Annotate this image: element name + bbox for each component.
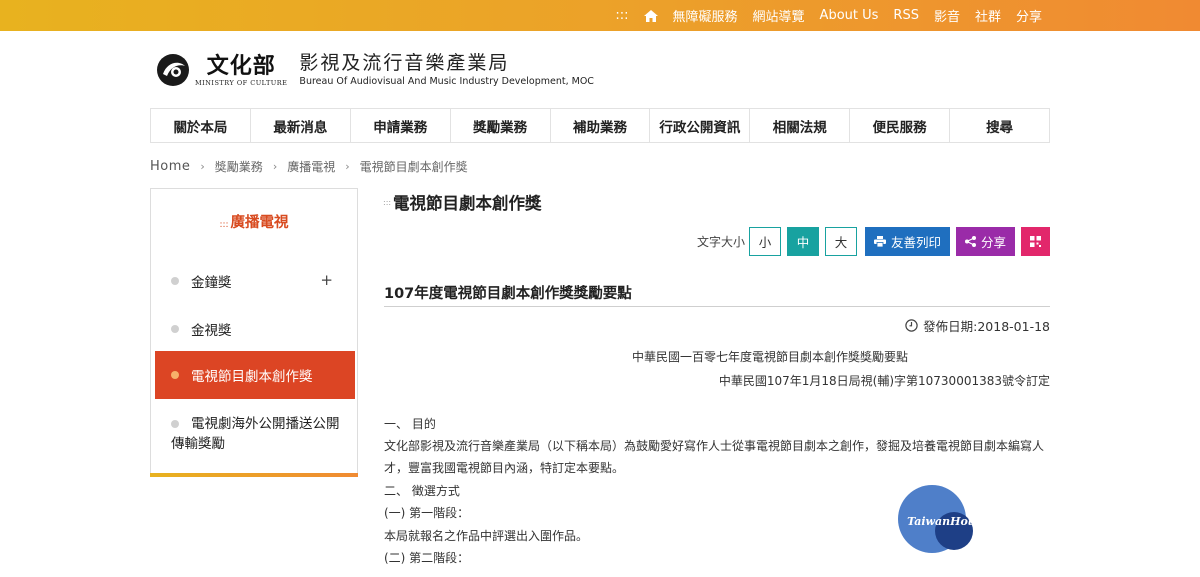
paragraph-line: 文化部影視及流行音樂產業局（以下稱本局）為鼓勵愛好寫作人士從事電視節目劇本之創作… <box>384 439 1045 453</box>
nav-public-info[interactable]: 行政公開資訊 <box>650 109 751 142</box>
bureau-name-en: Bureau Of Audiovisual And Music Industry… <box>299 76 594 87</box>
bullet-icon <box>171 420 179 428</box>
moc-name-en: MINISTRY OF CULTURE <box>195 79 288 87</box>
link-sitemap[interactable]: 網站導覽 <box>753 6 805 25</box>
sidebar-title: ::: 廣播電視 <box>151 211 357 232</box>
nav-search[interactable]: 搜尋 <box>950 109 1049 142</box>
paragraph-line: 一、 目的 <box>384 417 436 431</box>
menu-glyph[interactable]: ::: <box>615 8 628 23</box>
nav-services[interactable]: 便民服務 <box>850 109 951 142</box>
divider <box>384 306 1050 307</box>
breadcrumb-broadcast-tv[interactable]: 廣播電視 <box>287 158 335 175</box>
publish-date-text: 發佈日期:2018-01-18 <box>923 319 1050 334</box>
bullet-icon <box>171 371 179 379</box>
sidebar-item-label-line1: 電視劇海外公開播送公開 <box>191 416 340 432</box>
bullet-icon <box>171 325 179 333</box>
article-title: 107年度電視節目劇本創作獎獎勵要點 <box>384 286 632 302</box>
link-about-us[interactable]: About Us <box>820 8 879 23</box>
content-toolbar: 文字大小 小 中 大 友善列印 分享 <box>697 227 1050 256</box>
qr-code-button[interactable] <box>1021 227 1050 256</box>
document-heading: 中華民國一百零七年度電視節目劇本創作獎獎勵要點 <box>631 350 908 364</box>
font-size-small-button[interactable]: 小 <box>748 227 781 256</box>
site-logo[interactable]: 文化部 MINISTRY OF CULTURE 影視及流行音樂產業局 Burea… <box>155 50 594 90</box>
sidebar-title-prefix: ::: <box>219 220 229 230</box>
document-decree: 中華民國107年1月18日局視(輔)字第10730001383號令訂定 <box>718 374 1050 388</box>
sidebar-item-golden-bell[interactable]: 金鐘獎 + <box>155 271 355 291</box>
print-button[interactable]: 友善列印 <box>864 227 950 256</box>
bureau-name-zh: 影視及流行音樂產業局 <box>299 52 510 74</box>
sidebar-title-text: 廣播電視 <box>230 215 289 231</box>
page-title-prefix: ::: <box>383 198 392 207</box>
share-button[interactable]: 分享 <box>955 227 1015 256</box>
qr-code-icon <box>1030 236 1041 247</box>
watermark-text: TaiwanHot <box>907 515 973 528</box>
moc-name-zh: 文化部 <box>206 53 276 79</box>
paragraph-line: 才，豐富我國電視節目內涵，特訂定本要點。 <box>384 461 625 475</box>
chevron-right-icon: › <box>200 160 205 173</box>
breadcrumb: Home › 獎勵業務 › 廣播電視 › 電視節目劇本創作獎 <box>150 158 468 175</box>
taiwanhot-watermark-logo: TaiwanHot <box>898 485 973 553</box>
breadcrumb-awards[interactable]: 獎勵業務 <box>215 158 263 175</box>
sidebar-item-golden-vision[interactable]: 金視獎 <box>155 319 355 339</box>
bureau-wordmark: 影視及流行音樂產業局 Bureau Of Audiovisual And Mus… <box>299 51 594 89</box>
sidebar-item-overseas-broadcast[interactable]: 電視劇海外公開播送公開 傳輸獎勵 <box>155 414 355 454</box>
nav-regulations[interactable]: 相關法規 <box>750 109 851 142</box>
main-nav: 關於本局 最新消息 申請業務 獎勵業務 補助業務 行政公開資訊 相關法規 便民服… <box>150 108 1050 143</box>
sidebar-item-label: 金視獎 <box>191 323 232 339</box>
link-rss[interactable]: RSS <box>893 8 919 23</box>
share-label: 分享 <box>980 235 1006 250</box>
sidebar-item-label: 電視節目劇本創作獎 <box>191 369 313 385</box>
top-links: ::: 無障礙服務 網站導覽 About Us RSS 影音 社群 分享 <box>615 0 1042 31</box>
sidebar-accent-bar <box>150 473 358 477</box>
font-size-large-button[interactable]: 大 <box>824 227 857 256</box>
print-label: 友善列印 <box>890 235 941 250</box>
page-title: ::: 電視節目劇本創作獎 <box>383 190 542 214</box>
chevron-right-icon: › <box>272 160 278 173</box>
sidebar: ::: 廣播電視 金鐘獎 + 金視獎 電視節目劇本創作獎 電視劇海外公開播送公開 … <box>150 188 358 477</box>
font-size-medium-button[interactable]: 中 <box>786 227 819 256</box>
breadcrumb-current[interactable]: 電視節目劇本創作獎 <box>360 158 468 175</box>
nav-applications[interactable]: 申請業務 <box>351 109 451 142</box>
moc-wordmark: 文化部 MINISTRY OF CULTURE <box>195 53 287 87</box>
breadcrumb-home[interactable]: Home <box>150 159 190 174</box>
link-social[interactable]: 社群 <box>975 6 1001 25</box>
share-icon <box>964 236 976 247</box>
clock-icon <box>905 319 918 332</box>
nav-subsidies[interactable]: 補助業務 <box>551 109 651 142</box>
page-title-text: 電視節目劇本創作獎 <box>393 194 542 213</box>
sidebar-item-label-line2: 傳輸獎勵 <box>171 436 225 452</box>
sidebar-item-label: 金鐘獎 <box>191 275 232 291</box>
nav-about[interactable]: 關於本局 <box>151 109 251 142</box>
nav-news[interactable]: 最新消息 <box>251 109 351 142</box>
link-share[interactable]: 分享 <box>1016 6 1042 25</box>
bullet-icon <box>171 277 179 285</box>
sidebar-item-script-award[interactable]: 電視節目劇本創作獎 <box>155 351 355 399</box>
printer-icon <box>873 236 886 247</box>
expand-plus-icon[interactable]: + <box>320 271 333 289</box>
publish-date: 發佈日期:2018-01-18 <box>905 316 1050 335</box>
font-size-label: 文字大小 <box>696 235 745 249</box>
chevron-right-icon: › <box>345 160 350 173</box>
top-utility-bar: ::: 無障礙服務 網站導覽 About Us RSS 影音 社群 分享 <box>0 0 1200 31</box>
link-video[interactable]: 影音 <box>934 6 960 25</box>
link-accessibility[interactable]: 無障礙服務 <box>673 6 738 25</box>
moc-emblem-icon <box>157 54 189 86</box>
home-icon[interactable] <box>643 9 658 22</box>
nav-awards[interactable]: 獎勵業務 <box>451 109 551 142</box>
